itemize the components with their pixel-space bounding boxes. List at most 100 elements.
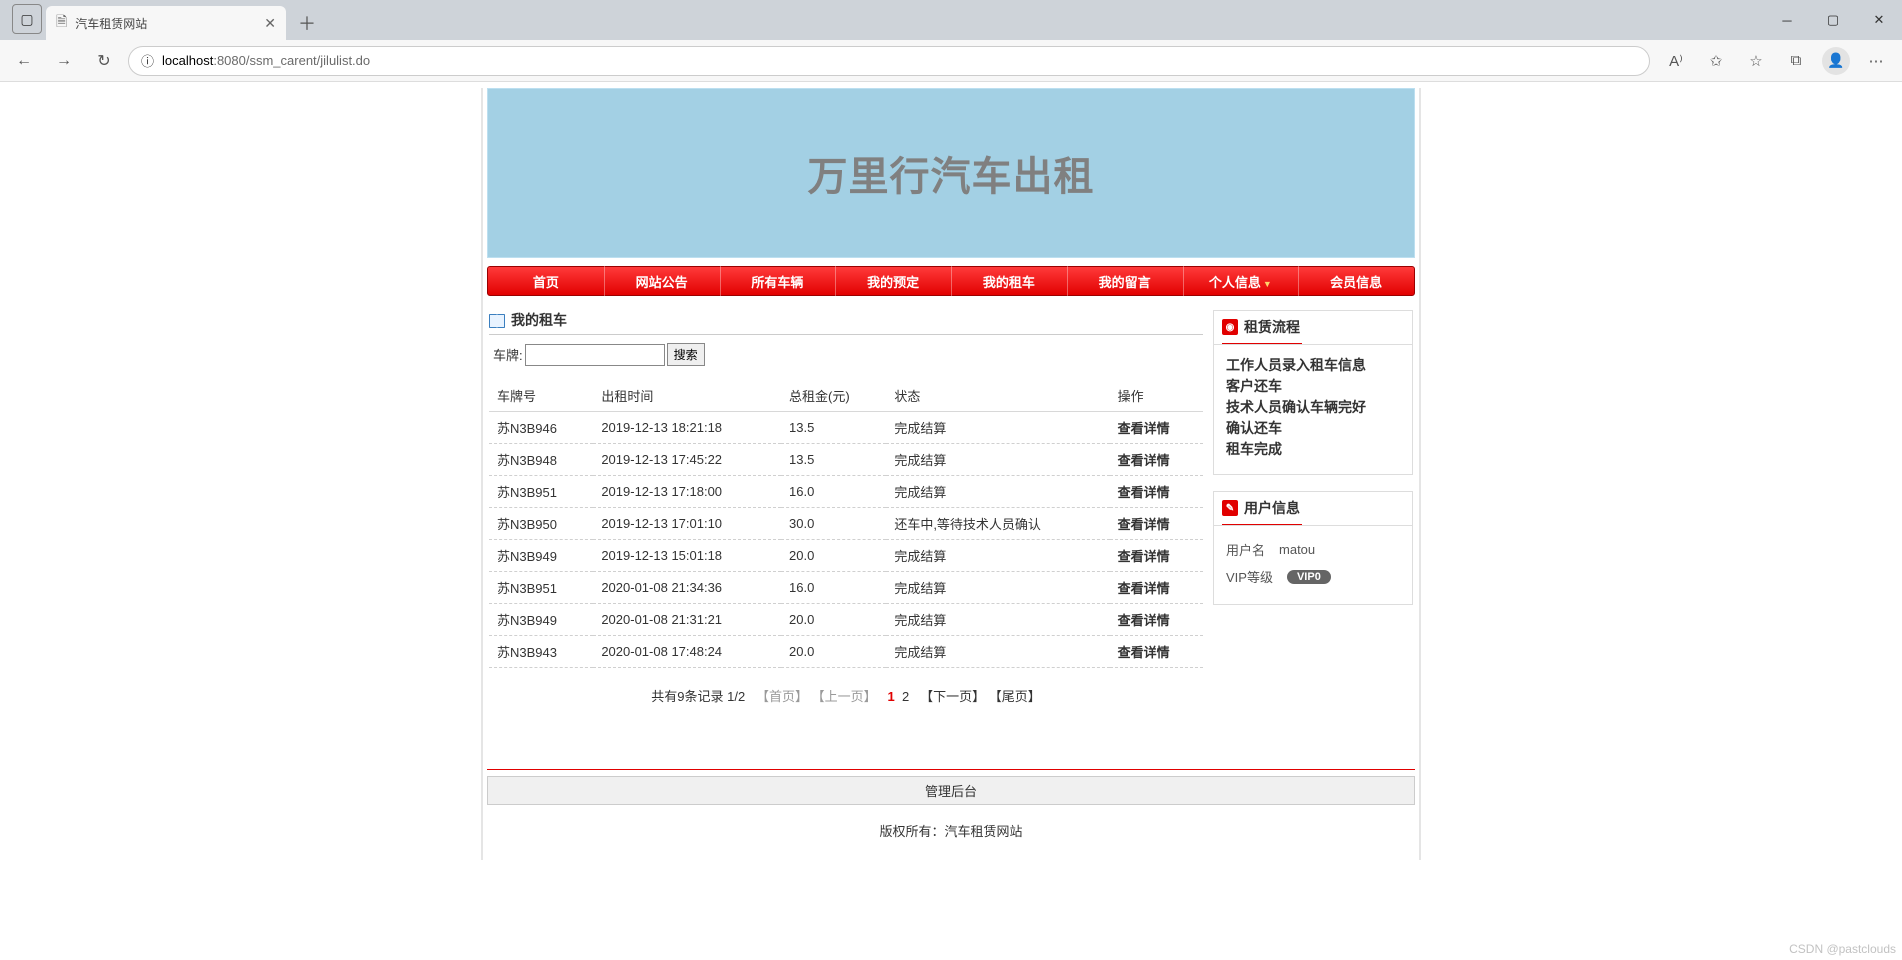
table-row: 苏N3B9512020-01-08 21:34:3616.0完成结算查看详情: [489, 572, 1203, 604]
url-host: localhost: [162, 53, 213, 68]
read-aloud-icon[interactable]: A⁾: [1658, 45, 1694, 77]
cell-status: 完成结算: [886, 476, 1109, 508]
banner-title: 万里行汽车出租: [808, 144, 1095, 202]
refresh-button[interactable]: ↻: [88, 45, 120, 77]
process-step-3: 确认还车: [1226, 418, 1400, 439]
back-button[interactable]: ←: [8, 45, 40, 77]
cell-plate: 苏N3B951: [489, 476, 593, 508]
nav-item-2[interactable]: 所有车辆: [720, 272, 836, 291]
cell-status: 完成结算: [886, 412, 1109, 444]
view-detail-link[interactable]: 查看详情: [1118, 517, 1170, 532]
col-header-1: 出租时间: [593, 380, 781, 412]
pager-prev[interactable]: 【上一页】: [812, 689, 877, 704]
nav-item-7[interactable]: 会员信息: [1298, 272, 1414, 291]
table-row: 苏N3B9492020-01-08 21:31:2120.0完成结算查看详情: [489, 604, 1203, 636]
vip-label: VIP等级: [1226, 567, 1273, 586]
username-label: 用户名: [1226, 540, 1265, 559]
favorite-add-icon[interactable]: ✩: [1698, 45, 1734, 77]
nav-item-0[interactable]: 首页: [488, 272, 604, 291]
book-icon: [489, 314, 505, 326]
forward-button[interactable]: →: [48, 45, 80, 77]
cell-plate: 苏N3B951: [489, 572, 593, 604]
cell-plate: 苏N3B946: [489, 412, 593, 444]
new-tab-button[interactable]: ＋: [292, 8, 322, 38]
process-step-2: 技术人员确认车辆完好: [1226, 397, 1400, 418]
col-header-4: 操作: [1110, 380, 1203, 412]
vip-badge: VIP0: [1287, 570, 1331, 584]
url-path: :8080/ssm_carent/jilulist.do: [213, 53, 370, 68]
browser-tab[interactable]: 🗎 汽车租赁网站 ✕: [46, 6, 286, 40]
cell-time: 2019-12-13 17:18:00: [593, 476, 781, 508]
cell-rent: 20.0: [781, 540, 886, 572]
pager-next[interactable]: 【下一页】: [920, 689, 985, 704]
col-header-3: 状态: [886, 380, 1109, 412]
watermark: CSDN @pastclouds: [1789, 942, 1896, 956]
site-info-icon[interactable]: ⓘ: [141, 51, 154, 70]
nav-item-4[interactable]: 我的租车: [951, 272, 1067, 291]
collections-icon[interactable]: ⧉: [1778, 45, 1814, 77]
pager-last[interactable]: 【尾页】: [989, 689, 1041, 704]
table-row: 苏N3B9502019-12-13 17:01:1030.0还车中,等待技术人员…: [489, 508, 1203, 540]
favorites-icon[interactable]: ☆: [1738, 45, 1774, 77]
cell-time: 2020-01-08 21:31:21: [593, 604, 781, 636]
pager-page-1[interactable]: 1: [888, 689, 895, 704]
col-header-0: 车牌号: [489, 380, 593, 412]
table-row: 苏N3B9462019-12-13 18:21:1813.5完成结算查看详情: [489, 412, 1203, 444]
page-icon: 🗎: [56, 11, 67, 35]
view-detail-link[interactable]: 查看详情: [1118, 549, 1170, 564]
pager-summary: 共有9条记录 1/2: [651, 689, 745, 704]
plate-search-input[interactable]: [525, 344, 665, 366]
panel-title: 我的租车: [489, 310, 1203, 335]
pager-page-2[interactable]: 2: [902, 689, 909, 704]
table-row: 苏N3B9432020-01-08 17:48:2420.0完成结算查看详情: [489, 636, 1203, 668]
user-info-box: ✎ 用户信息 用户名 matou VIP等级 VIP0: [1213, 491, 1413, 605]
cell-time: 2019-12-13 17:01:10: [593, 508, 781, 540]
cell-plate: 苏N3B950: [489, 508, 593, 540]
process-title: 租赁流程: [1244, 317, 1300, 337]
window-maximize-button[interactable]: ▢: [1810, 0, 1856, 40]
disc-icon: ◉: [1222, 319, 1238, 335]
view-detail-link[interactable]: 查看详情: [1118, 421, 1170, 436]
admin-footer-link[interactable]: 管理后台: [487, 776, 1415, 805]
cell-time: 2019-12-13 17:45:22: [593, 444, 781, 476]
rental-process-box: ◉ 租赁流程 工作人员录入租车信息客户还车技术人员确认车辆完好确认还车租车完成: [1213, 310, 1413, 475]
cell-rent: 13.5: [781, 412, 886, 444]
cell-rent: 30.0: [781, 508, 886, 540]
cell-status: 完成结算: [886, 604, 1109, 636]
cell-rent: 16.0: [781, 476, 886, 508]
browser-address-bar: ← → ↻ ⓘ localhost:8080/ssm_carent/jiluli…: [0, 40, 1902, 82]
process-step-1: 客户还车: [1226, 376, 1400, 397]
view-detail-link[interactable]: 查看详情: [1118, 453, 1170, 468]
more-menu-button[interactable]: ⋯: [1858, 45, 1894, 77]
url-field[interactable]: ⓘ localhost:8080/ssm_carent/jilulist.do: [128, 46, 1650, 76]
browser-tab-bar: ▢ 🗎 汽车租赁网站 ✕ ＋ ─ ▢ ✕: [0, 0, 1902, 40]
pencil-icon: ✎: [1222, 500, 1238, 516]
nav-item-6[interactable]: 个人信息▼: [1183, 272, 1299, 291]
process-step-0: 工作人员录入租车信息: [1226, 355, 1400, 376]
username-value: matou: [1279, 542, 1315, 557]
cell-time: 2019-12-13 18:21:18: [593, 412, 781, 444]
process-step-4: 租车完成: [1226, 439, 1400, 460]
cell-plate: 苏N3B949: [489, 604, 593, 636]
app-icon[interactable]: ▢: [12, 4, 42, 34]
cell-rent: 20.0: [781, 604, 886, 636]
cell-time: 2019-12-13 15:01:18: [593, 540, 781, 572]
view-detail-link[interactable]: 查看详情: [1118, 645, 1170, 660]
view-detail-link[interactable]: 查看详情: [1118, 613, 1170, 628]
footer-separator: [487, 769, 1415, 770]
nav-item-5[interactable]: 我的留言: [1067, 272, 1183, 291]
pager-first[interactable]: 【首页】: [756, 689, 808, 704]
tab-title: 汽车租赁网站: [75, 15, 147, 32]
view-detail-link[interactable]: 查看详情: [1118, 485, 1170, 500]
rental-table: 车牌号出租时间总租金(元)状态操作 苏N3B9462019-12-13 18:2…: [489, 380, 1203, 668]
view-detail-link[interactable]: 查看详情: [1118, 581, 1170, 596]
nav-item-3[interactable]: 我的预定: [835, 272, 951, 291]
nav-item-1[interactable]: 网站公告: [604, 272, 720, 291]
search-button[interactable]: 搜索: [667, 343, 705, 366]
close-tab-icon[interactable]: ✕: [264, 15, 276, 32]
profile-avatar[interactable]: 👤: [1818, 45, 1854, 77]
window-close-button[interactable]: ✕: [1856, 0, 1902, 40]
cell-rent: 13.5: [781, 444, 886, 476]
cell-status: 完成结算: [886, 572, 1109, 604]
window-minimize-button[interactable]: ─: [1764, 0, 1810, 40]
